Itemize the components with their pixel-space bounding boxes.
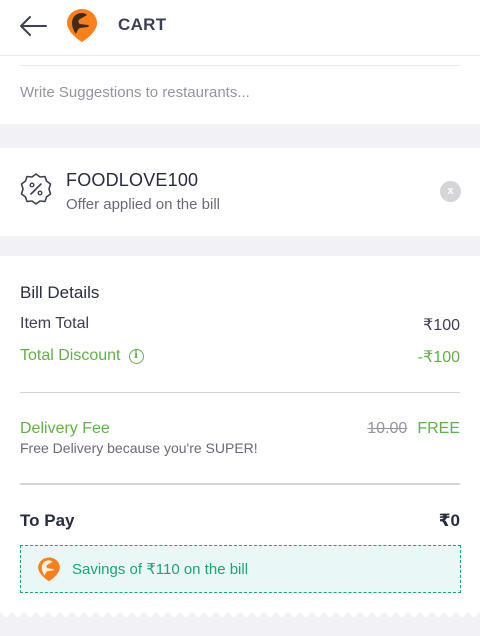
applied-offer-card: FOODLOVE100 Offer applied on the bill x: [0, 148, 480, 236]
savings-text: Savings of ₹110 on the bill: [72, 561, 249, 578]
offer-code: FOODLOVE100: [66, 170, 199, 190]
swiggy-logo-icon: [36, 556, 62, 582]
to-pay-value: ₹0: [438, 511, 460, 530]
page-title: CART: [118, 15, 167, 34]
back-arrow-icon[interactable]: [18, 12, 50, 40]
suggestions-input[interactable]: [20, 80, 440, 104]
delivery-fee-original: 10.00: [367, 420, 408, 437]
item-total-label: Item Total: [20, 315, 90, 332]
offer-subtitle: Offer applied on the bill: [66, 196, 220, 213]
total-discount-row: Total Discount i: [20, 347, 144, 365]
savings-banner: Savings of ₹110 on the bill: [20, 545, 461, 593]
app-header: CART: [0, 0, 480, 56]
percent-badge-icon: [19, 172, 53, 206]
section-gap: [0, 124, 480, 148]
delivery-fee-value: 10.00 FREE: [367, 420, 460, 438]
divider: [20, 483, 460, 485]
delivery-fee-label: Delivery Fee: [20, 420, 110, 437]
suggestions-section: [0, 56, 480, 124]
swiggy-logo-icon: [64, 7, 100, 43]
total-discount-label: Total Discount: [20, 347, 121, 364]
bill-details-section: Bill Details Item Total ₹100 Total Disco…: [0, 256, 480, 612]
remove-offer-button[interactable]: x: [440, 181, 461, 202]
divider: [20, 65, 460, 66]
receipt-edge: [0, 604, 480, 636]
to-pay-label: To Pay: [20, 511, 75, 530]
total-discount-value: -₹100: [417, 349, 460, 366]
delivery-fee-note: Free Delivery because you're SUPER!: [20, 440, 258, 456]
info-icon[interactable]: i: [128, 348, 144, 364]
delivery-fee-free: FREE: [417, 420, 460, 437]
divider: [20, 392, 460, 393]
section-gap: [0, 236, 480, 256]
item-total-value: ₹100: [423, 317, 460, 334]
bill-title: Bill Details: [20, 283, 100, 302]
